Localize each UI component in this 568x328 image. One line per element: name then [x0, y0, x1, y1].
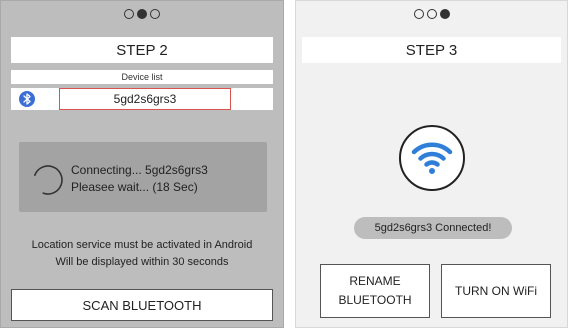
page-indicator — [1, 9, 283, 19]
connecting-status: Connecting... 5gd2s6grs3 — [71, 163, 208, 177]
page-dot-active — [137, 9, 147, 19]
loading-spinner-icon — [34, 165, 63, 195]
location-service-note: Location service must be activated in An… — [1, 237, 283, 271]
page-dot — [413, 9, 424, 19]
connecting-panel: Connecting... 5gd2s6grs3 Pleasee wait...… — [19, 142, 267, 212]
scan-bluetooth-button[interactable]: SCAN BLUETOOTH — [11, 289, 273, 321]
rename-button-label: RENAME — [349, 274, 401, 288]
location-note-line: Location service must be activated in An… — [31, 239, 253, 251]
wifi-status-badge — [399, 125, 465, 191]
step-2-screen: STEP 2 Device list 5gd2s6grs3 Connecting… — [0, 0, 284, 328]
device-list-item[interactable]: 5gd2s6grs3 — [11, 88, 273, 110]
rename-button-label: BLUETOOTH — [338, 293, 412, 307]
page-dot — [426, 9, 437, 19]
page-indicator — [296, 9, 567, 19]
bluetooth-icon — [19, 91, 35, 107]
rename-bluetooth-button[interactable]: RENAME BLUETOOTH — [320, 264, 430, 318]
page-dot-active — [439, 9, 450, 19]
page-dot — [150, 9, 160, 19]
wait-countdown: Pleasee wait... (18 Sec) — [71, 180, 198, 194]
device-list-label: Device list — [11, 70, 273, 84]
device-name[interactable]: 5gd2s6grs3 — [59, 88, 231, 110]
step-title: STEP 2 — [11, 37, 273, 63]
location-note-line: Will be displayed within 30 seconds — [55, 256, 229, 268]
page-dot — [124, 9, 134, 19]
connecting-message: Connecting... 5gd2s6grs3 Pleasee wait...… — [71, 162, 208, 196]
connection-status-badge: 5gd2s6grs3 Connected! — [354, 217, 512, 239]
turn-on-wifi-button[interactable]: TURN ON WiFi — [441, 264, 551, 318]
step-title: STEP 3 — [302, 37, 561, 63]
wifi-icon — [411, 142, 453, 174]
step-3-screen: STEP 3 5gd2s6grs3 Connected! RENAME BLUE… — [295, 0, 568, 328]
